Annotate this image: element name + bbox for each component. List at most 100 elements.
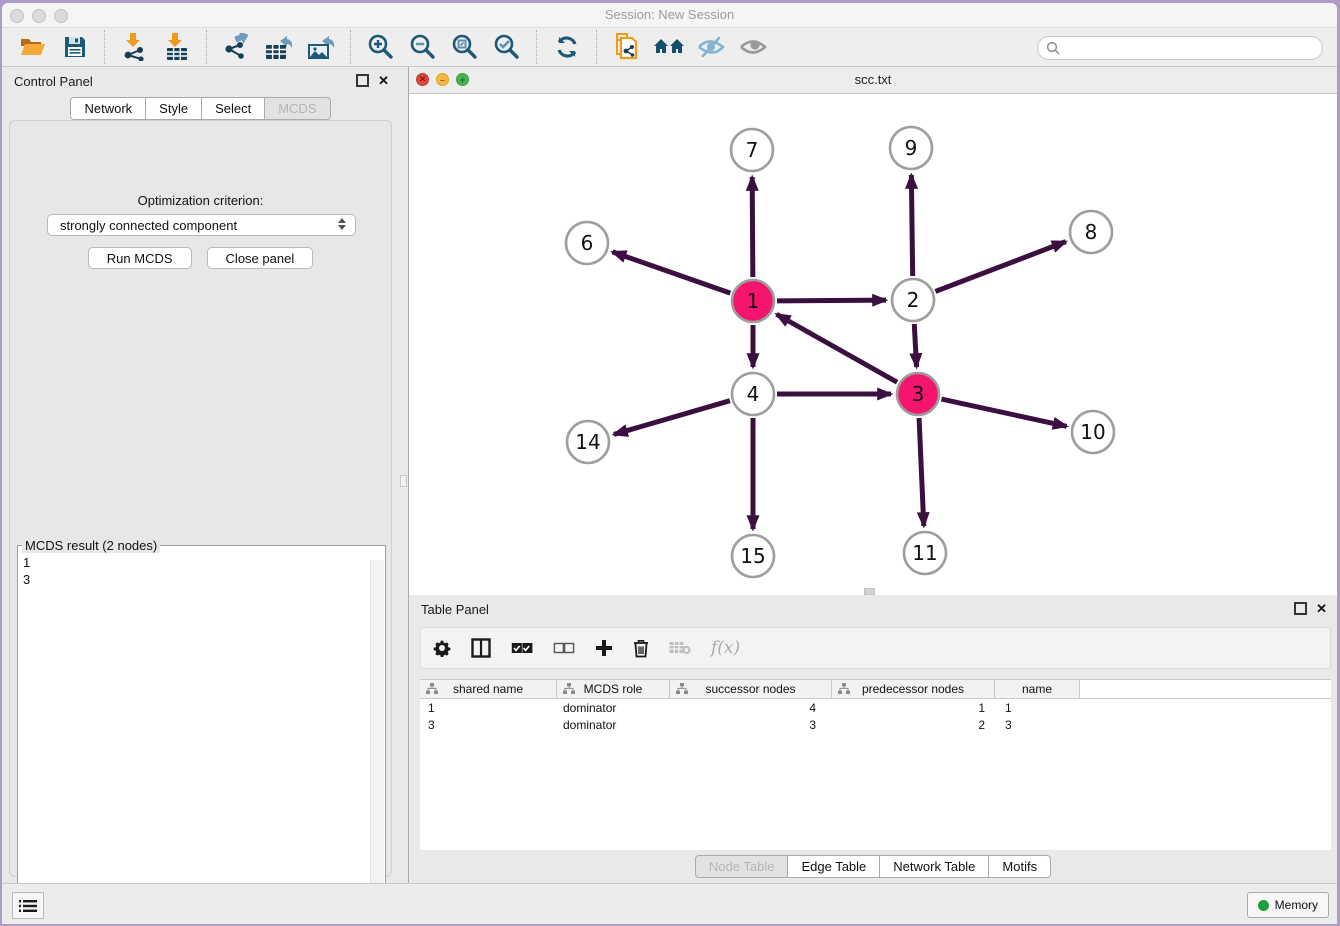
- search-input[interactable]: [1037, 36, 1323, 60]
- tab-node-table[interactable]: Node Table: [695, 855, 789, 878]
- right-column: ✕ – + scc.txt 7968124314101511 Table Pan…: [409, 67, 1337, 884]
- network-window-titlebar[interactable]: ✕ – + scc.txt: [409, 67, 1337, 94]
- graph-edge-1-7[interactable]: [752, 177, 753, 277]
- network-snapshot-icon[interactable]: [610, 31, 644, 63]
- graph-edge-2-3[interactable]: [914, 324, 916, 367]
- graph-edge-2-9[interactable]: [911, 175, 912, 276]
- toolbar-separator: [536, 30, 538, 64]
- column-header-successor-nodes[interactable]: successor nodes: [670, 680, 832, 698]
- tab-network-table[interactable]: Network Table: [880, 855, 989, 878]
- task-history-button[interactable]: [12, 892, 44, 919]
- zoom-fit-icon[interactable]: [448, 31, 482, 63]
- columns-icon[interactable]: [471, 638, 491, 658]
- result-scrollbar[interactable]: [370, 560, 384, 923]
- add-column-icon[interactable]: [595, 639, 613, 657]
- splitter-grip-icon[interactable]: [400, 475, 407, 487]
- select-all-icon[interactable]: [511, 642, 533, 654]
- close-table-panel-icon[interactable]: ✕: [1316, 602, 1327, 615]
- graph-edge-3-10[interactable]: [941, 399, 1066, 426]
- zoom-in-glyph: [367, 33, 395, 61]
- cell-successor-nodes[interactable]: 4: [670, 701, 832, 715]
- cell-mcds-role[interactable]: dominator: [557, 701, 670, 715]
- hide-selected-icon[interactable]: [694, 31, 728, 63]
- column-label: name: [1022, 682, 1052, 696]
- graph-node-label-4: 4: [747, 382, 760, 406]
- float-table-panel-icon[interactable]: [1294, 602, 1307, 615]
- zoom-in-icon[interactable]: [364, 31, 398, 63]
- export-image-icon[interactable]: [304, 31, 338, 63]
- search-icon: [1046, 41, 1061, 56]
- mcds-result-item: 3: [23, 571, 30, 588]
- cell-predecessor-nodes[interactable]: 2: [832, 718, 995, 732]
- tab-edge-table[interactable]: Edge Table: [788, 855, 880, 878]
- tab-network[interactable]: Network: [70, 97, 146, 120]
- import-table-icon[interactable]: [160, 31, 194, 63]
- cell-mcds-role[interactable]: dominator: [557, 718, 670, 732]
- tab-style[interactable]: Style: [146, 97, 202, 120]
- cell-shared-name[interactable]: 3: [420, 718, 557, 732]
- memory-button[interactable]: Memory: [1247, 892, 1329, 918]
- table-tabs: Node Table Edge Table Network Table Moti…: [409, 855, 1337, 878]
- optimization-criterion-label: Optimization criterion:: [10, 193, 391, 208]
- mcds-panel-body: Optimization criterion: strongly connect…: [9, 120, 392, 877]
- memory-status-icon: [1258, 900, 1269, 911]
- graph-edge-3-1[interactable]: [777, 314, 898, 382]
- table-row[interactable]: 1 dominator 4 1 1: [420, 699, 1331, 716]
- graph-edge-2-8[interactable]: [935, 242, 1065, 292]
- graph-node-label-8: 8: [1085, 220, 1098, 244]
- close-panel-button[interactable]: Close panel: [207, 247, 314, 269]
- export-network-icon[interactable]: [220, 31, 254, 63]
- close-panel-icon[interactable]: ✕: [378, 74, 389, 87]
- network-graph[interactable]: 7968124314101511: [409, 94, 1337, 596]
- control-panel-header: Control Panel ✕: [2, 67, 399, 97]
- deselect-all-icon[interactable]: [553, 642, 575, 654]
- tab-motifs[interactable]: Motifs: [989, 855, 1051, 878]
- column-header-predecessor-nodes[interactable]: predecessor nodes: [832, 680, 995, 698]
- column-header-name[interactable]: name: [995, 680, 1080, 698]
- cell-predecessor-nodes[interactable]: 1: [832, 701, 995, 715]
- toolbar-separator: [206, 30, 208, 64]
- cell-name[interactable]: 1: [995, 701, 1080, 715]
- import-network-icon[interactable]: [118, 31, 152, 63]
- canvas-resize-grip-icon[interactable]: [864, 588, 875, 595]
- graph-node-label-1: 1: [747, 289, 760, 313]
- panel-splitter[interactable]: [399, 67, 409, 884]
- graph-edge-1-2[interactable]: [777, 300, 886, 301]
- run-mcds-button[interactable]: Run MCDS: [88, 247, 192, 269]
- hide-selected-glyph: [696, 35, 726, 59]
- import-table-glyph: [164, 33, 190, 61]
- open-folder-icon[interactable]: [16, 31, 50, 63]
- export-table-icon[interactable]: [262, 31, 296, 63]
- cell-name[interactable]: 3: [995, 718, 1080, 732]
- gear-icon[interactable]: [433, 639, 451, 657]
- cell-shared-name[interactable]: 1: [420, 701, 557, 715]
- open-folder-glyph: [19, 35, 47, 59]
- home-birds-eye-icon[interactable]: [652, 31, 686, 63]
- application-window: Session: New Session: [2, 3, 1337, 924]
- show-all-icon[interactable]: [736, 31, 770, 63]
- export-image-glyph: [306, 33, 336, 61]
- show-all-glyph: [738, 35, 768, 59]
- optimization-criterion-select[interactable]: strongly connected component: [47, 214, 356, 236]
- network-canvas[interactable]: 7968124314101511: [409, 94, 1337, 596]
- column-header-mcds-role[interactable]: MCDS role: [557, 680, 670, 698]
- delete-table-icon[interactable]: [669, 641, 691, 655]
- graph-edge-4-14[interactable]: [614, 401, 730, 435]
- graph-edge-1-6[interactable]: [612, 252, 730, 293]
- mcds-result-list: 1 3: [23, 554, 30, 588]
- zoom-selected-icon[interactable]: [490, 31, 524, 63]
- function-builder-icon[interactable]: f(x): [711, 638, 740, 658]
- main-toolbar: [2, 28, 1337, 67]
- refresh-layout-icon[interactable]: [550, 31, 584, 63]
- cell-successor-nodes[interactable]: 3: [670, 718, 832, 732]
- memory-label: Memory: [1275, 898, 1318, 912]
- zoom-out-icon[interactable]: [406, 31, 440, 63]
- delete-column-icon[interactable]: [633, 639, 649, 658]
- table-row[interactable]: 3 dominator 3 2 3: [420, 716, 1331, 733]
- column-header-shared-name[interactable]: shared name: [420, 680, 557, 698]
- save-icon[interactable]: [58, 31, 92, 63]
- graph-edge-3-11[interactable]: [919, 418, 924, 526]
- tab-mcds[interactable]: MCDS: [265, 97, 330, 120]
- tab-select[interactable]: Select: [202, 97, 265, 120]
- float-panel-icon[interactable]: [356, 74, 369, 87]
